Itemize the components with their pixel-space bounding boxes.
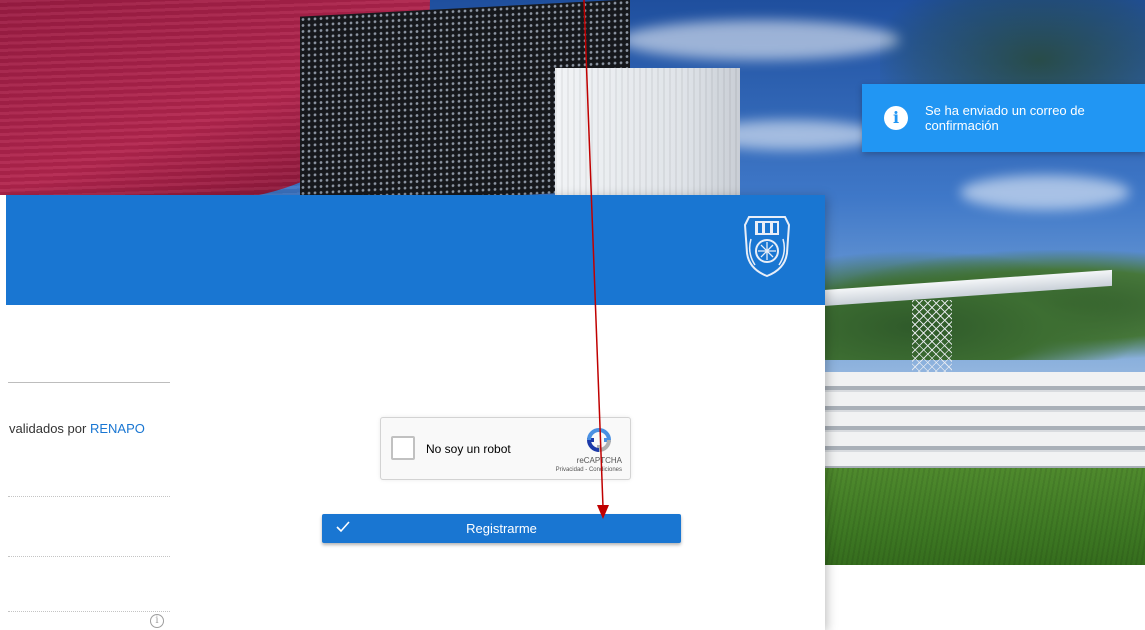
info-circle-icon[interactable]: i <box>150 614 164 628</box>
recaptcha-checkbox[interactable] <box>391 436 415 460</box>
recaptcha-terms-link[interactable]: Privacidad - Condiciones <box>556 467 622 473</box>
white-building-block <box>555 68 740 203</box>
stadium-steps <box>822 372 1145 480</box>
renapo-prefix: validados por <box>9 421 90 436</box>
recaptcha-brand: reCAPTCHA <box>576 456 622 465</box>
input-underline[interactable] <box>8 556 170 557</box>
card-header <box>6 195 825 305</box>
renapo-link[interactable]: RENAPO <box>90 421 145 436</box>
info-icon: i <box>884 106 908 130</box>
registration-card: validados por RENAPO i No soy un robot r… <box>0 195 825 630</box>
confirmation-toast[interactable]: i Se ha enviado un correo de confirmació… <box>862 84 1145 152</box>
toast-message: Se ha enviado un correo de confirmación <box>925 103 1085 133</box>
cloud <box>620 20 900 60</box>
field-divider <box>8 382 170 383</box>
recaptcha-widget: No soy un robot reCAPTCHA Privacidad - C… <box>380 417 631 480</box>
renapo-note: validados por RENAPO <box>9 421 145 436</box>
register-button-label: Registrarme <box>466 521 537 536</box>
cloud <box>960 175 1130 210</box>
lawn <box>822 468 1145 565</box>
register-button[interactable]: Registrarme <box>322 514 681 543</box>
ipn-logo <box>743 216 791 278</box>
lattice-tower <box>912 300 952 380</box>
trees <box>820 250 1145 360</box>
input-underline[interactable] <box>8 611 170 612</box>
recaptcha-logo-icon <box>586 428 612 453</box>
input-underline[interactable] <box>8 496 170 497</box>
recaptcha-label: No soy un robot <box>426 442 511 456</box>
